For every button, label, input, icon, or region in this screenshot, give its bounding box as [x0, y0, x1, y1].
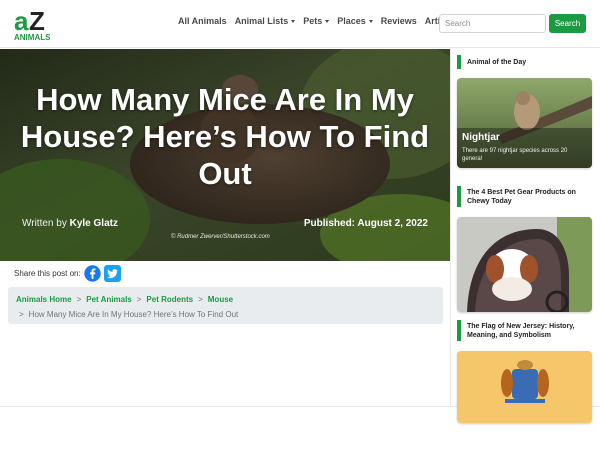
breadcrumb-pet-animals[interactable]: Pet Animals [86, 295, 132, 304]
nav-label: Pets [303, 16, 323, 26]
animal-of-the-day-heading: Animal of the Day [457, 55, 592, 69]
byline-prefix: Written by [22, 218, 67, 229]
sidebar-divider [450, 48, 451, 406]
nav-reviews[interactable]: Reviews [381, 16, 417, 26]
nj-flag-card[interactable] [457, 351, 592, 423]
dog-stroller-photo [457, 217, 592, 312]
chevron-down-icon [291, 19, 296, 23]
published-date: Published: August 2, 2022 [303, 218, 428, 229]
animal-of-the-day-card[interactable]: Nightjar There are 97 nightjar species a… [457, 78, 592, 168]
nav-animal-lists[interactable]: Animal Lists [235, 16, 296, 26]
nav-label: Places [337, 16, 366, 26]
pet-gear-card[interactable] [457, 217, 592, 312]
breadcrumb-separator: > [19, 310, 24, 319]
author-link[interactable]: Kyle Glatz [70, 218, 118, 229]
facebook-icon[interactable] [83, 265, 101, 282]
search-button[interactable]: Search [549, 14, 586, 33]
az-animals-logo[interactable]: a Z ANIMALS [14, 7, 58, 41]
share-label: Share this post on: [14, 269, 81, 278]
search-input[interactable] [439, 14, 546, 33]
nav-all-animals[interactable]: All Animals [178, 16, 227, 26]
new-jersey-flag-image [457, 351, 592, 423]
site-header: a Z ANIMALS All Animals Animal Lists Pet… [0, 0, 600, 48]
photo-credit: © Rudmer Zwerver/Shutterstock.com [171, 234, 270, 240]
nav-label: Reviews [380, 16, 417, 26]
breadcrumb-separator: > [76, 295, 82, 304]
share-bar: Share this post on: [14, 265, 121, 282]
breadcrumb-mouse[interactable]: Mouse [208, 295, 233, 304]
pet-gear-heading[interactable]: The 4 Best Pet Gear Products on Chewy To… [457, 186, 592, 207]
svg-text:Z: Z [29, 7, 45, 36]
breadcrumb: Animals Home > Pet Animals > Pet Rodents > Mou… [8, 287, 443, 324]
hero-banner: How Many Mice Are In My House? Here’s Ho… [0, 49, 450, 261]
byline: Written by Kyle Glatz [22, 218, 118, 229]
breadcrumb-separator: > [198, 295, 203, 304]
animal-of-the-day-name: Nightjar [462, 132, 500, 143]
chevron-down-icon [325, 19, 330, 23]
breadcrumb-animals-home[interactable]: Animals Home [16, 295, 72, 304]
breadcrumb-links-row: Animals Home > Pet Animals > Pet Rodents > Mou… [16, 292, 435, 307]
nav-label: Animal Lists [234, 16, 289, 26]
nav-label: All Animals [178, 16, 227, 26]
logo-wordmark: ANIMALS [14, 33, 51, 41]
breadcrumb-pet-rodents[interactable]: Pet Rodents [146, 295, 193, 304]
breadcrumb-current: How Many Mice Are In My House? Here’s Ho… [28, 310, 239, 319]
breadcrumb-current-row: > How Many Mice Are In My House? Here’s H… [16, 307, 435, 322]
main-nav: All Animals Animal Lists Pets Places Rev… [178, 16, 458, 26]
chevron-down-icon [368, 19, 373, 23]
nj-flag-heading[interactable]: The Flag of New Jersey: History, Meaning… [457, 320, 592, 341]
twitter-icon[interactable] [103, 265, 121, 282]
nav-places[interactable]: Places [337, 16, 373, 26]
article-title: How Many Mice Are In My House? Here’s Ho… [20, 82, 430, 191]
nav-pets[interactable]: Pets [303, 16, 330, 26]
breadcrumb-separator: > [136, 295, 142, 304]
animal-of-the-day-description: There are 97 nightjar species across 20 … [462, 148, 568, 162]
svg-text:a: a [14, 7, 29, 36]
